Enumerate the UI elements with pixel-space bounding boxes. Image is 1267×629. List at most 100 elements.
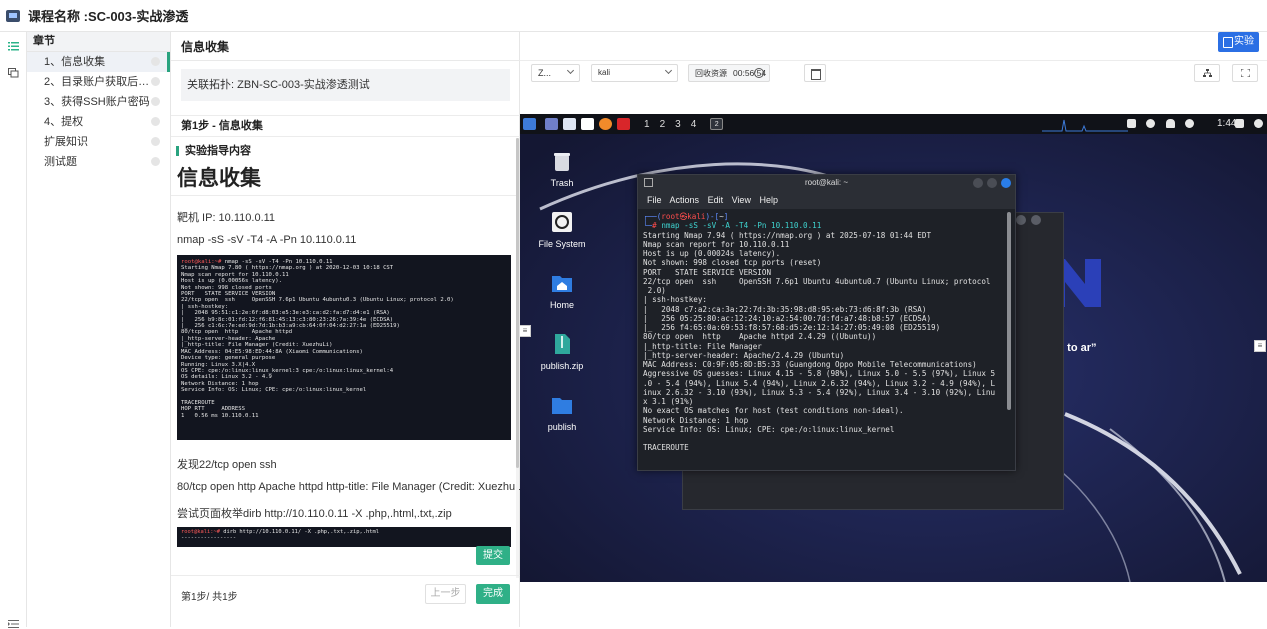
terminal-text: |_http-title: File Manager (Credit: Xuez… (181, 342, 333, 349)
sidebar-item-extended-knowledge[interactable]: 扩展知识 (27, 132, 170, 152)
menu-actions[interactable]: Actions (670, 195, 700, 205)
target-ip-text: 靶机 IP: 10.110.0.11 (177, 212, 276, 224)
chevron-down-icon (664, 66, 673, 75)
chapter-list-icon[interactable] (8, 41, 19, 51)
terminal-text: MAC Address: 04:E5:98:ED:44:8A (Xiaomi C… (181, 348, 363, 355)
desktop-icon-home[interactable]: Home (522, 272, 602, 310)
network-topology-button[interactable] (1194, 64, 1220, 82)
workspace-4[interactable]: 4 (691, 119, 697, 130)
workspace-2[interactable]: 2 (660, 119, 666, 130)
sidebar-item-quiz[interactable]: 测试题 (27, 152, 170, 172)
prompt-user: root㉿kali (661, 212, 706, 221)
terminal-launcher-icon[interactable] (617, 118, 630, 130)
finding-ssh-text: 发现22/tcp open ssh (177, 459, 277, 471)
show-desktop-icon[interactable] (545, 118, 558, 130)
terminal-text: |_http-server-header: Apache (181, 335, 276, 342)
terminal-text: ----------------- (181, 535, 237, 541)
right-panel-handle-icon[interactable]: ≡ (1254, 340, 1266, 352)
kali-menu-icon[interactable] (523, 118, 536, 130)
lock-icon[interactable] (1235, 119, 1244, 128)
sidebar-item-directory-account[interactable]: 2、目录账户获取后台账号 (27, 72, 170, 92)
terminal-task-icon[interactable]: 2 (710, 118, 724, 130)
maximize-icon[interactable] (987, 178, 997, 188)
progress-dot (151, 117, 160, 126)
minimize-icon[interactable] (973, 178, 983, 188)
progress-dot (151, 97, 160, 106)
zoom-select[interactable]: Z... (531, 64, 580, 82)
finish-button[interactable]: 完成 (476, 584, 510, 604)
cpu-graph-icon (1042, 119, 1128, 132)
guide-scrollbar[interactable] (516, 138, 519, 578)
copy-icon[interactable] (8, 68, 19, 78)
terminal-line: 1 0.56 ms 10.110.0.11 (181, 413, 507, 419)
volume-icon[interactable] (1146, 119, 1155, 128)
menu-edit[interactable]: Edit (708, 195, 724, 205)
sidebar-item-privilege-escalation[interactable]: 4、提权 (27, 112, 170, 132)
terminal-window[interactable]: root@kali: ~ File Actions Edit View Help… (637, 174, 1016, 471)
terminal-scrollbar[interactable] (1007, 212, 1011, 410)
terminal-text: Service Info: OS: Linux; CPE: cpe:/o:lin… (181, 387, 367, 394)
close-icon[interactable] (1031, 215, 1041, 225)
terminal-text: |_ 256 c1:6c:7e:ed:9d:7d:1b:b3:a9:cb:64:… (181, 323, 400, 330)
vm-clock: 1:44 (1217, 118, 1237, 129)
sidebar-item-label: 3、获得SSH账户密码 (44, 96, 150, 108)
prev-step-button[interactable]: 上一步 (425, 584, 466, 604)
menu-file[interactable]: File (647, 195, 662, 205)
desktop-icon-filesystem[interactable]: File System (522, 211, 602, 249)
terminal-line: Aggressive OS guesses: Linux 4.15 - 5.8 … (643, 369, 996, 379)
fullscreen-button[interactable] (1232, 64, 1258, 82)
prompt-frame: )-[ (705, 212, 720, 221)
delete-button[interactable] (804, 64, 826, 82)
vm-taskbar: 1 2 3 4 2 1:44 (520, 114, 1267, 134)
firefox-icon[interactable] (599, 118, 612, 130)
logout-icon[interactable] (1254, 119, 1263, 128)
power-icon[interactable] (1185, 119, 1194, 128)
maximize-icon[interactable] (1016, 215, 1026, 225)
terminal-titlebar[interactable]: root@kali: ~ (638, 175, 1015, 191)
sidebar-item-label: 1、信息收集 (44, 56, 106, 68)
terminal-line: x 3.1 (91%) (643, 397, 694, 406)
scrollbar-thumb[interactable] (516, 138, 519, 468)
desktop-icon-publish-zip[interactable]: publish.zip (522, 333, 602, 371)
zoom-select-value: Z... (538, 68, 551, 78)
network-icon (1203, 69, 1212, 77)
terminal-text: OS CPE: cpe:/o:linux:linux_kernel:3 cpe:… (181, 367, 394, 374)
terminal-line: ----------------- (181, 535, 507, 541)
terminal-text: Running: Linux 3.X|4.X (181, 361, 256, 368)
left-panel-handle-icon[interactable]: ≡ (520, 325, 531, 337)
section-title: 信息收集 (181, 40, 230, 54)
dirb-screenshot-image: root@kali:~# dirb http://10.110.0.11/ -X… (177, 527, 511, 547)
related-topology: 关联拓扑: ZBN-SC-003-实战渗透测试 (181, 69, 510, 101)
divider (171, 60, 520, 61)
guide-panel: 信息收集 关联拓扑: ZBN-SC-003-实战渗透测试 第1步 - 信息收集 … (171, 32, 520, 627)
workspace-1[interactable]: 1 (644, 119, 650, 130)
terminal-line: 80/tcp open http Apache httpd 2.4.29 ((U… (643, 332, 877, 342)
workspace-3[interactable]: 3 (675, 119, 681, 130)
terminal-output[interactable]: ┌──(root㉿kali)-[~] └─# nmap -sS -sV -A -T… (643, 212, 1007, 467)
vm-desktop[interactable]: s to ar” 1 2 3 4 2 1:44 Trash File Syste… (520, 114, 1267, 582)
display-icon[interactable] (1127, 119, 1136, 128)
guide-scroll-area[interactable]: 实验指导内容 信息收集 靶机 IP: 10.110.0.11 nmap -sS … (171, 138, 520, 578)
close-icon[interactable] (1001, 178, 1011, 188)
filesystem-icon (552, 212, 572, 232)
sidebar-item-info-gathering[interactable]: 1、信息收集 (27, 52, 170, 72)
menu-help[interactable]: Help (759, 195, 778, 205)
terminal-prompt: root@kali:~# (181, 259, 225, 265)
text-editor-icon[interactable] (581, 118, 594, 130)
collapse-sidebar-icon[interactable] (8, 619, 19, 629)
vm-select[interactable]: kali (591, 64, 678, 82)
menu-view[interactable]: View (732, 195, 751, 205)
terminal-text: Starting Nmap 7.80 ( https://nmap.org ) … (181, 265, 394, 272)
recycle-resource-button[interactable]: 回收资源 00:56:54 (688, 64, 770, 82)
notification-bell-icon[interactable] (1166, 119, 1175, 128)
sidebar-item-ssh-password[interactable]: 3、获得SSH账户密码 (27, 92, 170, 112)
terminal-text: Network Distance: 1 hop (181, 380, 259, 387)
desktop-icon-publish[interactable]: publish (522, 394, 602, 432)
terminal-line: 2.0) (643, 286, 666, 295)
terminal-text: 80/tcp open http Apache httpd (181, 329, 293, 336)
terminal-text: dirb http://10.110.0.11/ -X .php,.txt,.z… (223, 529, 379, 535)
lab-button[interactable]: 实验 (1218, 32, 1259, 52)
desktop-icon-trash[interactable]: Trash (522, 150, 602, 188)
file-manager-icon[interactable] (563, 118, 576, 130)
submit-button[interactable]: 提交 (476, 546, 510, 565)
